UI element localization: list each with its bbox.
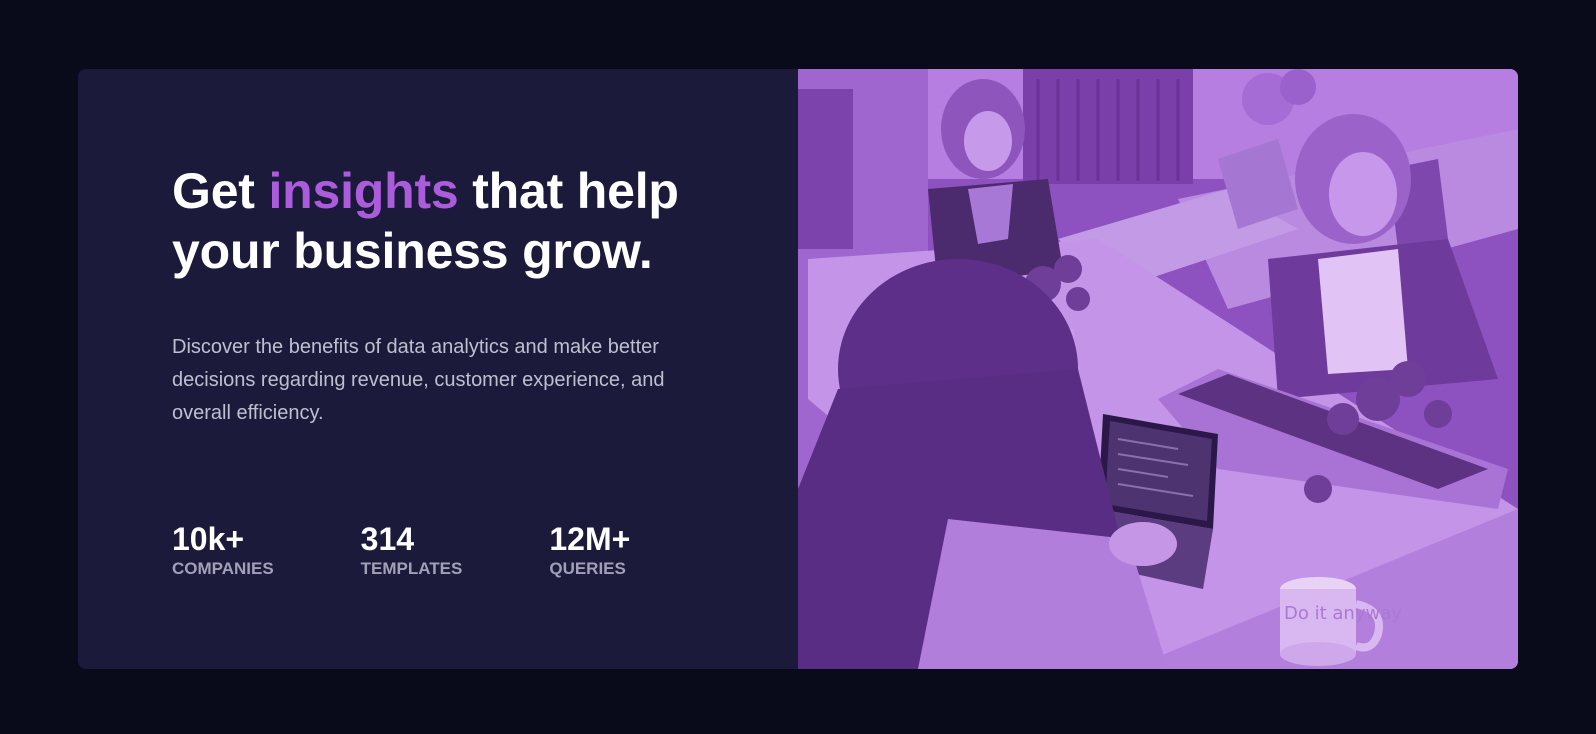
- stats-row: 10k+ COMPANIES 314 TEMPLATES 12M+ QUERIE…: [172, 522, 738, 580]
- stat-companies: 10k+ COMPANIES: [172, 522, 361, 580]
- text-panel: Get insights that help your business gro…: [78, 69, 798, 669]
- stat-label: QUERIES: [549, 559, 626, 578]
- office-illustration: Do it anyway: [798, 69, 1518, 669]
- description: Discover the benefits of data analytics …: [172, 336, 665, 424]
- stat-label: TEMPLATES: [360, 559, 463, 578]
- stat-value: 12M+: [549, 521, 631, 557]
- office-team-image: Do it anyway: [798, 69, 1518, 669]
- stat-label: COMPANIES: [172, 559, 274, 578]
- stat-value: 10k+: [172, 521, 245, 557]
- stat-value: 314: [360, 521, 415, 557]
- mug-text: Do it anyway: [1284, 603, 1402, 624]
- stat-templates: 314 TEMPLATES: [361, 522, 550, 580]
- headline-start: Get: [172, 163, 269, 219]
- stat-queries: 12M+ QUERIES: [549, 522, 738, 580]
- headline-accent: insights: [268, 163, 459, 219]
- stats-preview-card: Get insights that help your business gro…: [78, 69, 1518, 669]
- headline: Get insights that help your business gro…: [172, 161, 738, 281]
